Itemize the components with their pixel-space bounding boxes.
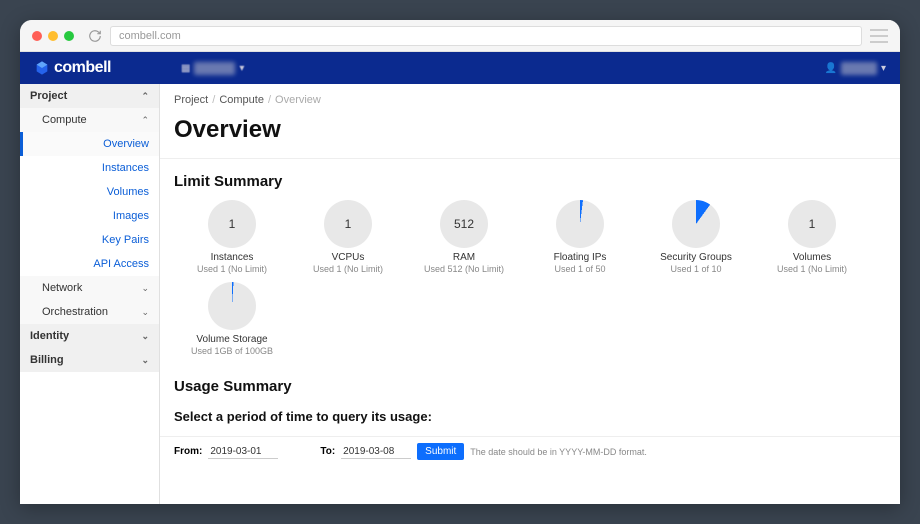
gauges-row: 1 Instances Used 1 (No Limit) 1 VCPUs Us…	[160, 196, 900, 368]
chevron-down-icon: ⌄	[141, 283, 149, 294]
project-name-redacted: xxxxx	[194, 62, 235, 75]
hamburger-icon[interactable]	[870, 29, 888, 43]
breadcrumb-project[interactable]: Project	[174, 94, 208, 106]
sidebar-item-key-pairs[interactable]: Key Pairs	[20, 228, 159, 252]
grid-icon: ▦	[181, 63, 190, 74]
gauge-label: Security Groups	[638, 252, 754, 263]
breadcrumb-current: Overview	[275, 94, 321, 106]
gauge: 1 Volumes Used 1 (No Limit)	[754, 200, 870, 274]
breadcrumb: Project/Compute/Overview	[160, 84, 900, 110]
gauge-circle: 512	[440, 200, 488, 248]
gauge-label: Floating IPs	[522, 252, 638, 263]
from-input[interactable]	[208, 445, 278, 459]
sidebar-item-api-access[interactable]: API Access	[20, 252, 159, 276]
page-title: Overview	[160, 110, 900, 154]
from-label: From:	[174, 446, 202, 457]
chevron-down-icon: ⌄	[141, 307, 149, 318]
minimize-window-icon[interactable]	[48, 31, 58, 41]
gauge: Security Groups Used 1 of 10	[638, 200, 754, 274]
chevron-down-icon: ⌄	[141, 331, 149, 342]
gauge-circle	[672, 200, 720, 248]
chevron-down-icon: ⌄	[141, 355, 149, 366]
project-selector[interactable]: ▦ xxxxx ▾	[181, 62, 244, 75]
date-hint: The date should be in YYYY-MM-DD format.	[470, 447, 647, 457]
close-window-icon[interactable]	[32, 31, 42, 41]
gauge: Volume Storage Used 1GB of 100GB	[174, 282, 290, 356]
limit-summary-title: Limit Summary	[160, 163, 900, 196]
user-menu[interactable]: 👤 xxxx ▾	[825, 62, 886, 75]
window-controls	[32, 31, 74, 41]
sidebar-item-compute[interactable]: Compute⌃	[20, 108, 159, 132]
gauge: 1 Instances Used 1 (No Limit)	[174, 200, 290, 274]
gauge-detail: Used 1 (No Limit)	[290, 264, 406, 274]
date-form: From: To: Submit The date should be in Y…	[160, 436, 900, 474]
gauge-label: RAM	[406, 252, 522, 263]
sidebar-item-overview[interactable]: Overview	[20, 132, 159, 156]
gauge-detail: Used 1 (No Limit)	[174, 264, 290, 274]
gauge-label: Volumes	[754, 252, 870, 263]
query-title: Select a period of time to query its usa…	[160, 401, 900, 430]
gauge-circle: 1	[788, 200, 836, 248]
user-name-redacted: xxxx	[841, 62, 877, 75]
url-text: combell.com	[119, 30, 181, 42]
browser-chrome: combell.com	[20, 20, 900, 52]
gauge-detail: Used 512 (No Limit)	[406, 264, 522, 274]
sidebar-item-volumes[interactable]: Volumes	[20, 180, 159, 204]
reload-icon[interactable]	[88, 29, 102, 43]
browser-window: combell.com combell ▦ xxxxx ▾ 👤 xxxx ▾ P…	[20, 20, 900, 504]
brand-name: combell	[54, 59, 111, 77]
gauge-circle	[556, 200, 604, 248]
chevron-up-icon: ⌃	[141, 115, 149, 126]
gauge-label: Instances	[174, 252, 290, 263]
logo-icon	[34, 60, 50, 76]
gauge-detail: Used 1GB of 100GB	[174, 346, 290, 356]
sidebar: Project⌃ Compute⌃ Overview Instances Vol…	[20, 84, 160, 504]
sidebar-item-network[interactable]: Network⌄	[20, 276, 159, 300]
gauge-circle: 1	[324, 200, 372, 248]
sidebar-item-project[interactable]: Project⌃	[20, 84, 159, 108]
to-input[interactable]	[341, 445, 411, 459]
main-content: Project/Compute/Overview Overview Limit …	[160, 84, 900, 504]
sidebar-item-instances[interactable]: Instances	[20, 156, 159, 180]
gauge-detail: Used 1 of 50	[522, 264, 638, 274]
sidebar-item-billing[interactable]: Billing⌄	[20, 348, 159, 372]
gauge: 1 VCPUs Used 1 (No Limit)	[290, 200, 406, 274]
caret-down-icon: ▾	[881, 63, 886, 74]
breadcrumb-compute[interactable]: Compute	[219, 94, 264, 106]
to-label: To:	[320, 446, 335, 457]
submit-button[interactable]: Submit	[417, 443, 464, 460]
maximize-window-icon[interactable]	[64, 31, 74, 41]
gauge-label: VCPUs	[290, 252, 406, 263]
top-nav: combell ▦ xxxxx ▾ 👤 xxxx ▾	[20, 52, 900, 84]
sidebar-item-orchestration[interactable]: Orchestration⌄	[20, 300, 159, 324]
gauge-detail: Used 1 of 10	[638, 264, 754, 274]
gauge-circle	[208, 282, 256, 330]
caret-down-icon: ▾	[239, 63, 244, 74]
user-icon: 👤	[825, 63, 837, 74]
divider	[160, 158, 900, 159]
gauge-label: Volume Storage	[174, 334, 290, 345]
gauge-circle: 1	[208, 200, 256, 248]
gauge: 512 RAM Used 512 (No Limit)	[406, 200, 522, 274]
url-bar[interactable]: combell.com	[110, 26, 862, 46]
chevron-up-icon: ⌃	[141, 91, 149, 102]
usage-summary-title: Usage Summary	[160, 368, 900, 401]
brand-logo[interactable]: combell	[34, 59, 111, 77]
gauge-detail: Used 1 (No Limit)	[754, 264, 870, 274]
sidebar-item-identity[interactable]: Identity⌄	[20, 324, 159, 348]
sidebar-item-images[interactable]: Images	[20, 204, 159, 228]
gauge: Floating IPs Used 1 of 50	[522, 200, 638, 274]
